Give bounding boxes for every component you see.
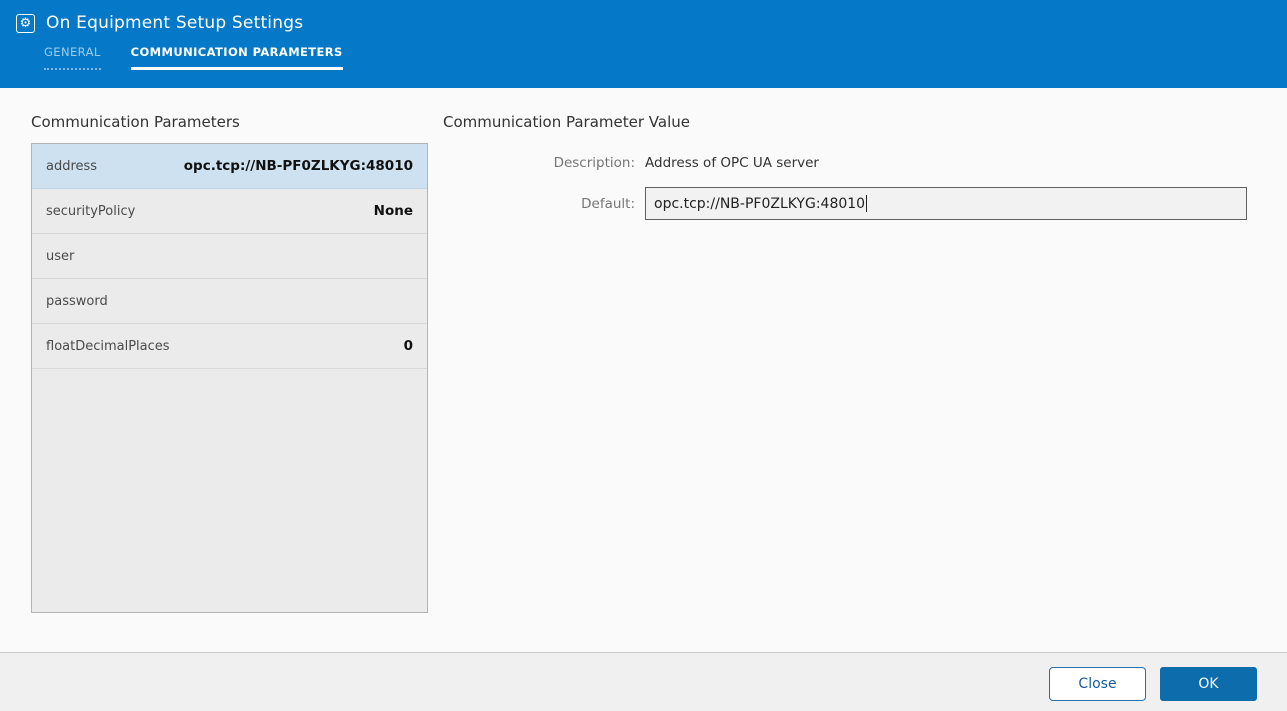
default-row: Default: opc.tcp://NB-PF0ZLKYG:48010	[443, 187, 1257, 220]
parameter-name: securityPolicy	[46, 204, 135, 219]
parameter-name: password	[46, 294, 108, 309]
parameter-table: address opc.tcp://NB-PF0ZLKYG:48010 secu…	[31, 143, 428, 613]
parameter-value: None	[374, 203, 413, 219]
tab-communication-parameters[interactable]: COMMUNICATION PARAMETERS	[131, 45, 343, 70]
default-label: Default:	[443, 195, 645, 213]
dialog-footer: Close OK	[0, 652, 1287, 711]
description-row: Description: Address of OPC UA server	[443, 154, 1257, 172]
parameter-row-address[interactable]: address opc.tcp://NB-PF0ZLKYG:48010	[32, 144, 427, 189]
parameter-row-floatdecimalplaces[interactable]: floatDecimalPlaces 0	[32, 324, 427, 369]
tab-bar: GENERAL COMMUNICATION PARAMETERS	[44, 45, 1287, 70]
dialog-title: On Equipment Setup Settings	[46, 13, 303, 33]
left-panel-heading: Communication Parameters	[31, 113, 428, 131]
title-row: On Equipment Setup Settings	[0, 0, 1287, 33]
right-panel-heading: Communication Parameter Value	[443, 113, 1257, 131]
parameter-value: opc.tcp://NB-PF0ZLKYG:48010	[184, 158, 413, 174]
communication-parameters-panel: Communication Parameters address opc.tcp…	[31, 113, 428, 613]
text-caret	[866, 195, 867, 212]
communication-parameter-value-panel: Communication Parameter Value Descriptio…	[443, 113, 1257, 236]
equipment-settings-gear-icon	[16, 14, 35, 33]
parameter-row-securitypolicy[interactable]: securityPolicy None	[32, 189, 427, 234]
parameter-row-user[interactable]: user	[32, 234, 427, 279]
tab-general[interactable]: GENERAL	[44, 45, 101, 70]
default-value-input[interactable]: opc.tcp://NB-PF0ZLKYG:48010	[645, 187, 1247, 220]
parameter-name: address	[46, 159, 97, 174]
parameter-row-password[interactable]: password	[32, 279, 427, 324]
parameter-name: floatDecimalPlaces	[46, 339, 170, 354]
default-value-text: opc.tcp://NB-PF0ZLKYG:48010	[654, 196, 865, 212]
parameter-name: user	[46, 249, 74, 264]
dialog-header: On Equipment Setup Settings GENERAL COMM…	[0, 0, 1287, 88]
parameter-value: 0	[404, 338, 413, 354]
ok-button[interactable]: OK	[1160, 667, 1257, 701]
description-label: Description:	[443, 154, 645, 172]
close-button[interactable]: Close	[1049, 667, 1146, 701]
description-value: Address of OPC UA server	[645, 154, 819, 172]
